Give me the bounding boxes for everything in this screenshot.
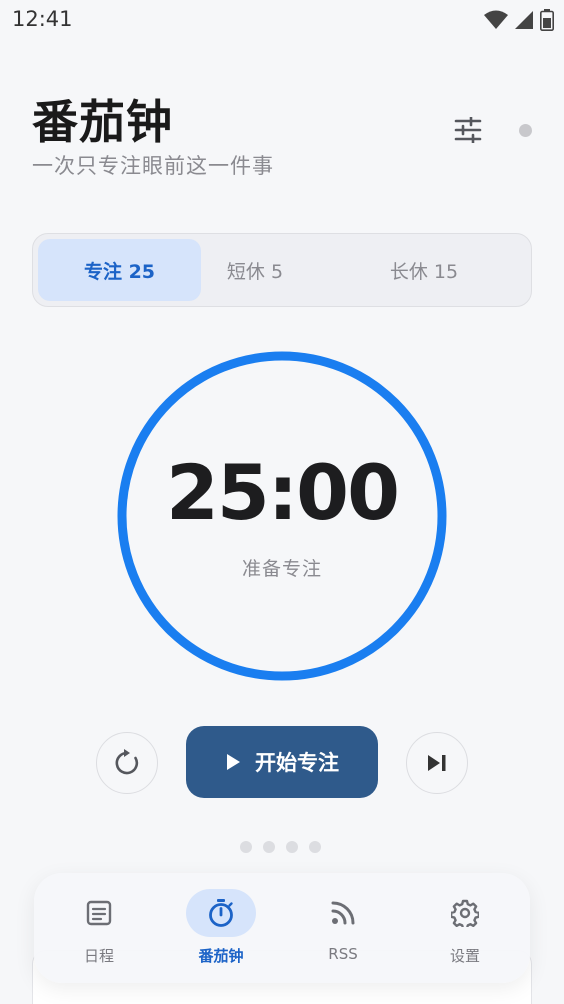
nav-item-settings[interactable]: 设置 <box>410 883 520 975</box>
nav-label: RSS <box>328 945 358 963</box>
page-dot[interactable] <box>263 841 275 853</box>
battery-icon <box>540 9 554 31</box>
reset-button[interactable] <box>96 732 158 794</box>
reset-icon <box>115 749 139 775</box>
nav-label: 番茄钟 <box>198 947 244 965</box>
gear-icon <box>451 899 479 927</box>
tab-long-break[interactable]: 长休 15 <box>357 239 491 301</box>
nav-label: 设置 <box>449 947 480 965</box>
mode-tabs: 专注 25 短休 5 长休 15 <box>32 233 532 307</box>
nav-item-rss[interactable]: RSS <box>288 883 398 975</box>
timer-status: 准备专注 <box>241 558 322 580</box>
tune-icon <box>454 117 482 143</box>
nav-item-schedule[interactable]: 日程 <box>44 883 154 975</box>
start-focus-label: 开始专注 <box>255 751 339 775</box>
article-icon <box>86 900 112 926</box>
bottom-nav: 日程 番茄钟 RSS 设置 <box>34 873 530 983</box>
signal-icon <box>515 11 533 29</box>
page-indicator <box>240 841 321 853</box>
page-dot[interactable] <box>240 841 252 853</box>
page-title: 番茄钟 <box>32 95 173 149</box>
timer-icon <box>209 899 233 927</box>
timer-display: 25:00 <box>166 448 400 537</box>
rss-icon <box>331 901 355 925</box>
skip-next-icon <box>428 755 446 771</box>
wifi-icon <box>484 10 508 29</box>
play-icon <box>227 754 240 770</box>
page-dot[interactable] <box>286 841 298 853</box>
status-dot <box>519 124 532 137</box>
tab-focus[interactable]: 专注 25 <box>38 239 201 301</box>
status-time: 12:41 <box>12 7 73 31</box>
tune-button[interactable] <box>450 112 486 148</box>
nav-label: 日程 <box>83 947 114 965</box>
page-subtitle: 一次只专注眼前这一件事 <box>32 154 274 178</box>
page-dot[interactable] <box>309 841 321 853</box>
nav-item-pomodoro[interactable]: 番茄钟 <box>166 883 276 975</box>
skip-button[interactable] <box>406 732 468 794</box>
tab-short-break[interactable]: 短休 5 <box>203 239 307 301</box>
status-icons <box>484 9 554 31</box>
start-focus-button[interactable]: 开始专注 <box>186 726 378 798</box>
status-bar: 12:41 <box>0 0 564 40</box>
